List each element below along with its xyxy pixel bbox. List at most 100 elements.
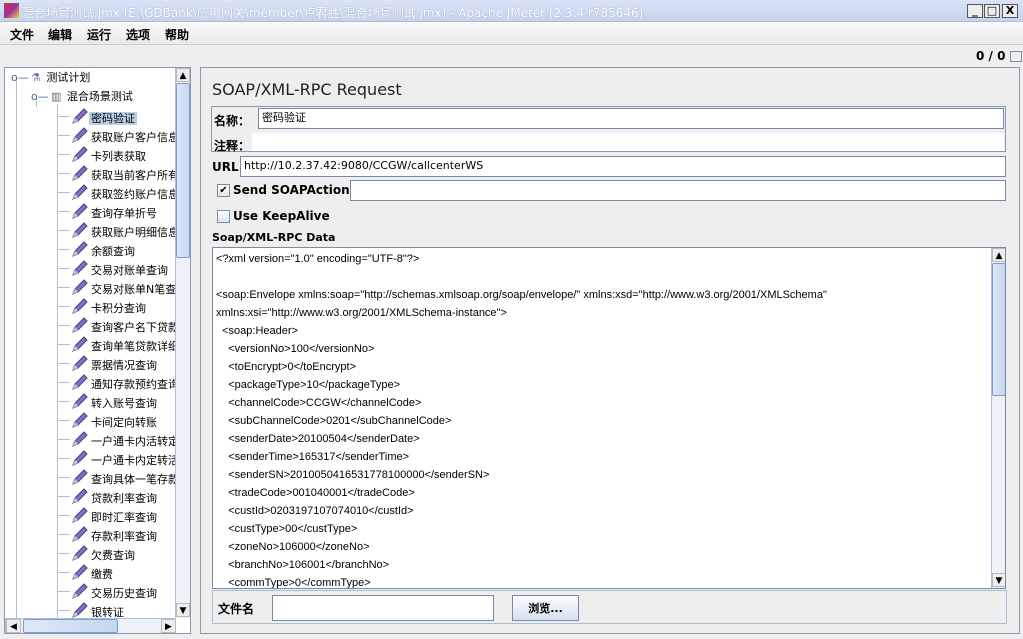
menu-run[interactable]: 运行: [87, 26, 111, 43]
expand-handle-icon[interactable]: o—: [31, 88, 51, 106]
xml-line: <versionNo>100</versionNo>: [216, 343, 375, 355]
window-title: 混合场景测试.jmx (E:\GDBank\应用网关\member\卢君胜\混合…: [22, 6, 644, 20]
tree-item-sampler[interactable]: 查询具体一笔存款: [71, 468, 175, 486]
tree-item-sampler[interactable]: 欠费查询: [71, 544, 137, 562]
tree-item-sampler[interactable]: 卡间定向转账: [71, 411, 159, 429]
keepalive-label: Use KeepAlive: [233, 209, 330, 223]
tree-item-sampler[interactable]: 贷款利率查询: [71, 487, 159, 505]
xml-line: xmlns:xsi="http://www.w3.org/2001/XMLSch…: [216, 307, 507, 319]
scroll-down-arrow-icon[interactable]: ▼: [992, 573, 1005, 587]
tree-item-sampler[interactable]: 一户通卡内活转定: [71, 430, 175, 448]
scroll-thumb[interactable]: [176, 83, 190, 258]
menu-file[interactable]: 文件: [10, 26, 34, 43]
xml-line: <senderDate>20100504</senderDate>: [216, 433, 420, 445]
menu-help[interactable]: 帮助: [165, 26, 189, 43]
scroll-up-arrow-icon[interactable]: ▲: [176, 68, 190, 82]
tree-item-sampler[interactable]: 交易历史查询: [71, 582, 159, 600]
tree-item-sampler[interactable]: 查询存单折号: [71, 202, 159, 220]
scroll-down-arrow-icon[interactable]: ▼: [176, 603, 190, 617]
url-label: URL: [212, 160, 239, 174]
tree-item-sampler[interactable]: 一户通卡内定转活: [71, 449, 175, 467]
hscroll-thumb[interactable]: [23, 619, 118, 633]
close-button[interactable]: X: [1002, 4, 1018, 18]
xml-line: <soap:Header>: [216, 325, 298, 337]
tree-item-sampler[interactable]: 转入账号查询: [71, 392, 159, 410]
xml-line: <senderTime>165317</senderTime>: [216, 451, 410, 463]
minimize-button[interactable]: _: [967, 4, 983, 18]
tree-item-sampler[interactable]: 通知存款预约查询: [71, 373, 175, 391]
scroll-up-arrow-icon[interactable]: ▲: [992, 248, 1005, 262]
tree-item-sampler[interactable]: 获取账户客户信息: [71, 126, 175, 144]
title-bar: 混合场景测试.jmx (E:\GDBank\应用网关\member\卢君胜\混合…: [0, 0, 1023, 22]
tree-item-sampler[interactable]: 查询单笔贷款详细: [71, 335, 175, 353]
tree-vertical-scrollbar[interactable]: ▲ ▼: [175, 68, 190, 618]
expand-handle-icon[interactable]: o—: [11, 69, 31, 87]
scroll-left-arrow-icon[interactable]: ◀: [6, 619, 21, 633]
tree-item-sampler[interactable]: 获取签约账户信息: [71, 183, 175, 201]
flask-icon: ⚗: [31, 71, 41, 84]
xml-line: <?xml version="1.0" encoding="UTF-8"?>: [216, 253, 420, 265]
tree-item-sampler[interactable]: 缴费: [71, 563, 115, 581]
tree-item-sampler[interactable]: 即时汇率查询: [71, 506, 159, 524]
page-title: SOAP/XML-RPC Request: [212, 80, 402, 99]
tree-node-thread-group[interactable]: o— ▥ 混合场景测试: [31, 88, 135, 106]
tree-item-sampler[interactable]: 交易对账单N笔查: [71, 278, 175, 296]
file-name-label: 文件名: [218, 602, 255, 616]
send-soapaction-label: Send SOAPAction:: [233, 183, 355, 197]
xml-line: <senderSN>2010050416531778100000</sender…: [216, 469, 490, 481]
thread-counter: 0 / 0: [976, 49, 1006, 63]
xml-line: <custType>00</custType>: [216, 523, 358, 535]
tree-item-sampler[interactable]: 存款利率查询: [71, 525, 159, 543]
file-name-input[interactable]: [272, 595, 494, 621]
browse-button[interactable]: 浏览...: [512, 595, 579, 621]
xml-line: <subChannelCode>0201</subChannelCode>: [216, 415, 452, 427]
xml-line: <channelCode>CCGW</channelCode>: [216, 397, 422, 409]
spool-icon: ▥: [51, 90, 62, 103]
keepalive-checkbox[interactable]: [217, 210, 230, 223]
menu-bar: 文件 编辑 运行 选项 帮助: [0, 22, 1023, 44]
tree-item-sampler[interactable]: 卡列表获取: [71, 145, 148, 163]
tree-item-sampler[interactable]: 票据情况查询: [71, 354, 159, 372]
test-plan-tree-panel: o— ⚗ 测试计划 o— ▥ 混合场景测试 密码验证 获取账户客户信息 卡列表获取 获取当前客…: [4, 67, 191, 634]
send-soapaction-checkbox[interactable]: ✔: [217, 184, 230, 197]
maximize-button[interactable]: □: [984, 4, 1000, 18]
tree-item-sampler[interactable]: 交易对账单查询: [71, 259, 170, 277]
menu-edit[interactable]: 编辑: [48, 26, 72, 43]
run-indicator-icon: [1010, 51, 1022, 62]
xml-data-textarea[interactable]: <?xml version="1.0" encoding="UTF-8"?> <s…: [212, 247, 1006, 589]
xml-line: <zoneNo>106000</zoneNo>: [216, 541, 370, 553]
tree-item-sampler[interactable]: 余额查询: [71, 240, 137, 258]
xml-line: <soap:Envelope xmlns:soap="http://schema…: [216, 289, 827, 301]
xml-line: <commType>0</commType>: [216, 577, 371, 589]
tree-horizontal-scrollbar[interactable]: ◀ ▶: [5, 618, 176, 633]
xml-line: <packageType>10</packageType>: [216, 379, 401, 391]
status-strip: 0 / 0: [0, 44, 1023, 66]
scroll-thumb[interactable]: [992, 263, 1005, 396]
menu-options[interactable]: 选项: [126, 26, 150, 43]
xml-line: <tradeCode>001040001</tradeCode>: [216, 487, 415, 499]
soapaction-input[interactable]: [350, 180, 1006, 201]
data-label: Soap/XML-RPC Data: [212, 231, 336, 244]
comment-input[interactable]: [252, 133, 1004, 151]
comment-label: 注释：: [214, 139, 251, 153]
scroll-right-arrow-icon[interactable]: ▶: [161, 619, 176, 633]
soap-request-editor: SOAP/XML-RPC Request 名称： 密码验证 注释： URL ht…: [200, 67, 1020, 634]
name-label: 名称：: [214, 114, 251, 128]
xml-line: [216, 268, 992, 286]
xml-line: <custId>0203197107074010</custId>: [216, 505, 414, 517]
xml-vertical-scrollbar[interactable]: ▲ ▼: [991, 248, 1005, 588]
xml-line: <toEncrypt>0</toEncrypt>: [216, 361, 357, 373]
tree-item-sampler[interactable]: 获取当前客户所有: [71, 164, 175, 182]
test-plan-tree: o— ⚗ 测试计划 o— ▥ 混合场景测试 密码验证 获取账户客户信息 卡列表获取 获取当前客…: [5, 68, 175, 618]
name-input[interactable]: 密码验证: [258, 108, 1004, 129]
tree-node-test-plan[interactable]: o— ⚗ 测试计划: [11, 69, 92, 87]
pencil-sampler-icon: [71, 601, 89, 618]
tree-item-sampler[interactable]: 查询客户名下贷款: [71, 316, 175, 334]
tree-item-sampler[interactable]: 银转证: [71, 601, 126, 618]
tree-item-sampler[interactable]: 密码验证: [71, 107, 137, 125]
tree-item-sampler[interactable]: 卡积分查询: [71, 297, 148, 315]
tree-item-sampler[interactable]: 获取账户明细信息: [71, 221, 175, 239]
url-input[interactable]: http://10.2.37.42:9080/CCGW/callcenterWS: [240, 156, 1006, 177]
xml-line: <branchNo>106001</branchNo>: [216, 559, 390, 571]
jmeter-app-icon: [4, 3, 19, 18]
